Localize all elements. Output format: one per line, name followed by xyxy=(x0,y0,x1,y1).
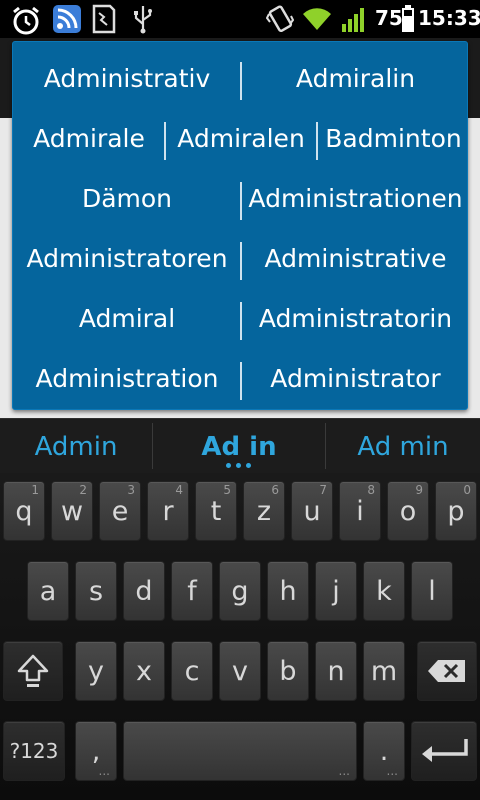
popup-row: Administratoren Administrative xyxy=(13,228,469,288)
popup-word[interactable]: Admiralen xyxy=(166,108,316,168)
key-w[interactable]: w2 xyxy=(51,481,93,541)
key-n[interactable]: n xyxy=(315,641,357,701)
popup-word[interactable]: Administration xyxy=(13,348,241,408)
rss-feed-icon xyxy=(52,4,82,38)
symbols-key[interactable]: ?123 xyxy=(3,721,65,781)
suggestion-left[interactable]: Admin xyxy=(0,419,152,474)
key-d[interactable]: d xyxy=(123,561,165,621)
key-z[interactable]: z6 xyxy=(243,481,285,541)
popup-row: Administrativ Admiralin xyxy=(13,48,469,108)
more-suggestions-dots-icon xyxy=(226,463,256,469)
popup-word[interactable]: Dämon xyxy=(13,168,241,228)
popup-word[interactable]: Administratorin xyxy=(242,288,469,348)
suggestion-right[interactable]: Ad min xyxy=(326,419,480,474)
key-k[interactable]: k xyxy=(363,561,405,621)
popup-word[interactable]: Admirale xyxy=(13,108,165,168)
key-s[interactable]: s xyxy=(75,561,117,621)
backspace-key[interactable] xyxy=(417,641,477,701)
wifi-icon xyxy=(300,4,334,38)
key-h[interactable]: h xyxy=(267,561,309,621)
battery-percent: 75 xyxy=(375,6,403,30)
battery-icon xyxy=(402,4,414,38)
key-a[interactable]: a xyxy=(27,561,69,621)
key-g[interactable]: g xyxy=(219,561,261,621)
popup-word[interactable]: Badminton xyxy=(318,108,469,168)
vibrate-icon xyxy=(265,4,295,38)
key-r[interactable]: r4 xyxy=(147,481,189,541)
popup-word[interactable]: Admiralin xyxy=(242,48,469,108)
signal-icon xyxy=(340,4,370,38)
key-c[interactable]: c xyxy=(171,641,213,701)
key-q[interactable]: q1 xyxy=(3,481,45,541)
popup-word[interactable]: Administrator xyxy=(242,348,469,408)
shift-icon xyxy=(17,654,49,687)
backspace-icon xyxy=(428,660,465,682)
popup-word[interactable]: Admiral xyxy=(13,288,241,348)
key-i[interactable]: i8 xyxy=(339,481,381,541)
popup-row: Admirale Admiralen Badminton xyxy=(13,108,469,168)
key-y[interactable]: y xyxy=(75,641,117,701)
popup-word[interactable]: Administrationen xyxy=(242,168,469,228)
key-e[interactable]: e3 xyxy=(99,481,141,541)
alarm-icon xyxy=(10,4,42,40)
clock: 15:33 xyxy=(418,6,480,30)
key-comma[interactable]: ,... xyxy=(75,721,117,781)
popup-word[interactable]: Administrative xyxy=(242,228,469,288)
key-o[interactable]: o9 xyxy=(387,481,429,541)
enter-key[interactable] xyxy=(411,721,477,781)
status-bar: 75 15:33 xyxy=(0,0,480,38)
shift-key[interactable] xyxy=(3,641,63,701)
key-period[interactable]: .... xyxy=(363,721,405,781)
space-bar[interactable]: ... xyxy=(123,721,357,781)
enter-icon xyxy=(422,739,468,762)
popup-row: Dämon Administrationen xyxy=(13,168,469,228)
key-v[interactable]: v xyxy=(219,641,261,701)
key-j[interactable]: j xyxy=(315,561,357,621)
key-b[interactable]: b xyxy=(267,641,309,701)
key-m[interactable]: m xyxy=(363,641,405,701)
key-f[interactable]: f xyxy=(171,561,213,621)
key-t[interactable]: t5 xyxy=(195,481,237,541)
popup-row: Admiral Administratorin xyxy=(13,288,469,348)
key-x[interactable]: x xyxy=(123,641,165,701)
sd-card-icon xyxy=(92,4,116,38)
usb-icon xyxy=(132,4,154,38)
key-u[interactable]: u7 xyxy=(291,481,333,541)
word-suggestion-popup: Administrativ Admiralin Admirale Admiral… xyxy=(12,41,468,410)
keyboard: q1 w2 e3 r4 t5 z6 u7 i8 o9 p0 a s d f g … xyxy=(0,473,480,800)
popup-word[interactable]: Administrativ xyxy=(13,48,241,108)
key-l[interactable]: l xyxy=(411,561,453,621)
popup-row: Administration Administrator xyxy=(13,348,469,408)
popup-word[interactable]: Administratoren xyxy=(13,228,241,288)
key-p[interactable]: p0 xyxy=(435,481,477,541)
